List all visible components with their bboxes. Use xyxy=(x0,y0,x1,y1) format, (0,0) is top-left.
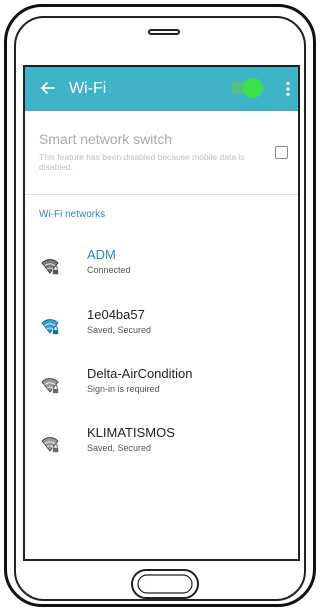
network-status: Sign-in is required xyxy=(87,384,160,394)
network-item-klimatismos[interactable]: KLIMATISMOS Saved, Secured xyxy=(25,425,298,484)
wifi-lock-icon xyxy=(41,259,59,275)
network-status: Connected xyxy=(87,265,131,275)
smart-switch-label: Smart network switch xyxy=(39,131,173,147)
network-name: KLIMATISMOS xyxy=(87,425,175,440)
network-name: 1e04ba57 xyxy=(87,307,145,322)
wifi-toggle-knob xyxy=(243,78,263,98)
wifi-lock-icon xyxy=(41,319,59,335)
screen: Wi-Fi Smart network switch This feature … xyxy=(23,65,300,561)
network-status: Saved, Secured xyxy=(87,325,152,335)
network-item-delta-aircondition[interactable]: Delta-AirCondition Sign-in is required xyxy=(25,366,298,425)
smart-switch-checkbox[interactable] xyxy=(275,146,288,159)
home-button[interactable] xyxy=(130,568,200,600)
app-bar: Wi-Fi xyxy=(25,67,298,111)
wifi-toggle[interactable] xyxy=(231,78,263,98)
network-status: Saved, Secured xyxy=(87,443,152,453)
smart-switch-description: This feature has been disabled because m… xyxy=(39,152,245,172)
wifi-networks-header: Wi-Fi networks xyxy=(39,209,106,220)
page-title: Wi-Fi xyxy=(69,80,107,97)
network-item-adm[interactable]: ADM Connected xyxy=(25,247,298,306)
back-arrow-icon[interactable] xyxy=(40,80,56,96)
network-name: Delta-AirCondition xyxy=(87,366,193,381)
more-vert-icon[interactable] xyxy=(279,80,297,98)
wifi-lock-icon xyxy=(41,437,59,453)
divider xyxy=(25,194,298,195)
phone-speaker xyxy=(148,29,180,35)
wifi-lock-icon xyxy=(41,378,59,394)
smart-network-switch[interactable]: Smart network switch This feature has be… xyxy=(25,111,298,194)
network-name: ADM xyxy=(87,247,116,262)
network-item-1e04ba57[interactable]: 1e04ba57 Saved, Secured xyxy=(25,307,298,366)
